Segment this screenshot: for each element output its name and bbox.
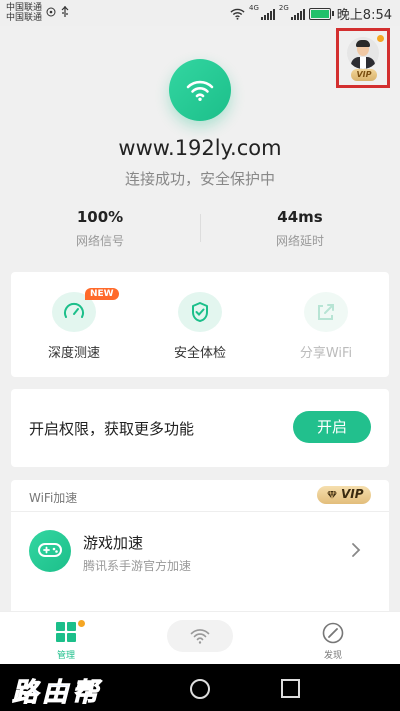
profile-avatar-button[interactable]: VIP xyxy=(336,28,390,88)
wifi-accel-card: WiFi加速 VIP 游戏加速 腾讯系手游官方加速 xyxy=(11,480,389,615)
hotspot-icon xyxy=(46,7,56,17)
tab-label: 管理 xyxy=(56,651,75,661)
tab-discover[interactable]: 发现 xyxy=(303,622,363,661)
tool-label: 分享WiFi xyxy=(299,346,353,361)
grid-icon xyxy=(56,622,76,642)
status-time: 晚上8:54 xyxy=(336,8,392,23)
tool-label: 安全体检 xyxy=(173,346,226,361)
tool-speed-test[interactable]: 深度测速 xyxy=(29,292,119,361)
wifi-status-circle[interactable] xyxy=(169,59,231,121)
signal-stat: 100% 网络信号 xyxy=(20,208,180,249)
battery-icon xyxy=(308,7,334,20)
permission-text: 开启权限，获取更多功能 xyxy=(29,420,195,438)
latency-value: 44ms xyxy=(277,208,323,226)
gamepad-icon xyxy=(38,543,62,557)
compass-icon xyxy=(322,622,344,644)
carrier-1: 中国联通 xyxy=(6,3,43,13)
share-icon xyxy=(318,304,334,320)
chevron-right-icon xyxy=(352,543,361,557)
net-type-1: 4G xyxy=(249,4,259,12)
signal-1-icon xyxy=(260,8,275,20)
bottom-tab-bar: 管理 发现 xyxy=(0,611,400,665)
wifi-icon xyxy=(190,629,210,644)
vip-label: VIP xyxy=(341,487,364,501)
speedometer-icon xyxy=(64,302,84,318)
latency-stat: 44ms 网络延时 xyxy=(220,208,380,249)
signal-2-icon xyxy=(290,8,305,20)
shield-check-icon xyxy=(192,302,208,322)
recents-button[interactable] xyxy=(281,679,300,698)
home-button[interactable] xyxy=(190,679,210,699)
avatar xyxy=(347,37,379,69)
status-bar: 中国联通 中国联通 4G 2G 晚上8:54 xyxy=(0,0,400,26)
wifi-icon xyxy=(186,80,214,101)
vip-badge[interactable]: VIP xyxy=(317,486,371,504)
usb-icon xyxy=(61,6,69,17)
tab-label: 发现 xyxy=(323,651,342,661)
carrier-2: 中国联通 xyxy=(6,13,43,23)
notification-dot xyxy=(78,620,85,627)
tool-label: 深度测速 xyxy=(47,346,100,361)
tools-card: 深度测速 NEW 安全体检 分享WiFi xyxy=(11,272,389,377)
tool-security-check[interactable]: 安全体检 xyxy=(155,292,245,361)
diamond-icon xyxy=(327,490,337,500)
game-accel-subtitle: 腾讯系手游官方加速 xyxy=(83,559,192,573)
connection-status: 连接成功，安全保护中 xyxy=(124,170,275,188)
stat-divider xyxy=(200,214,201,242)
vip-tag: VIP xyxy=(351,69,377,81)
net-type-2: 2G xyxy=(278,4,289,12)
watermark-logo: 路由帮 xyxy=(11,678,103,709)
game-accel-title: 游戏加速 xyxy=(83,534,144,552)
enable-permission-button[interactable]: 开启 xyxy=(293,411,371,443)
carrier-names: 中国联通 中国联通 xyxy=(6,3,42,23)
notification-dot xyxy=(377,35,384,42)
signal-value: 100% xyxy=(76,208,124,226)
tab-manage[interactable]: 管理 xyxy=(36,620,96,661)
tool-share-wifi[interactable]: 分享WiFi xyxy=(281,292,371,361)
new-badge: NEW xyxy=(85,288,119,300)
tab-wifi[interactable] xyxy=(167,620,233,652)
latency-label: 网络延时 xyxy=(275,234,324,248)
section-title: WiFi加速 xyxy=(29,491,78,505)
wifi-ssid: www.192ly.com xyxy=(118,136,282,160)
permission-card: 开启权限，获取更多功能 开启 xyxy=(11,389,389,467)
signal-label: 网络信号 xyxy=(75,234,124,248)
divider xyxy=(11,511,389,512)
system-nav-bar: 路由帮 xyxy=(0,664,400,711)
wifi-status-icon xyxy=(230,8,245,20)
